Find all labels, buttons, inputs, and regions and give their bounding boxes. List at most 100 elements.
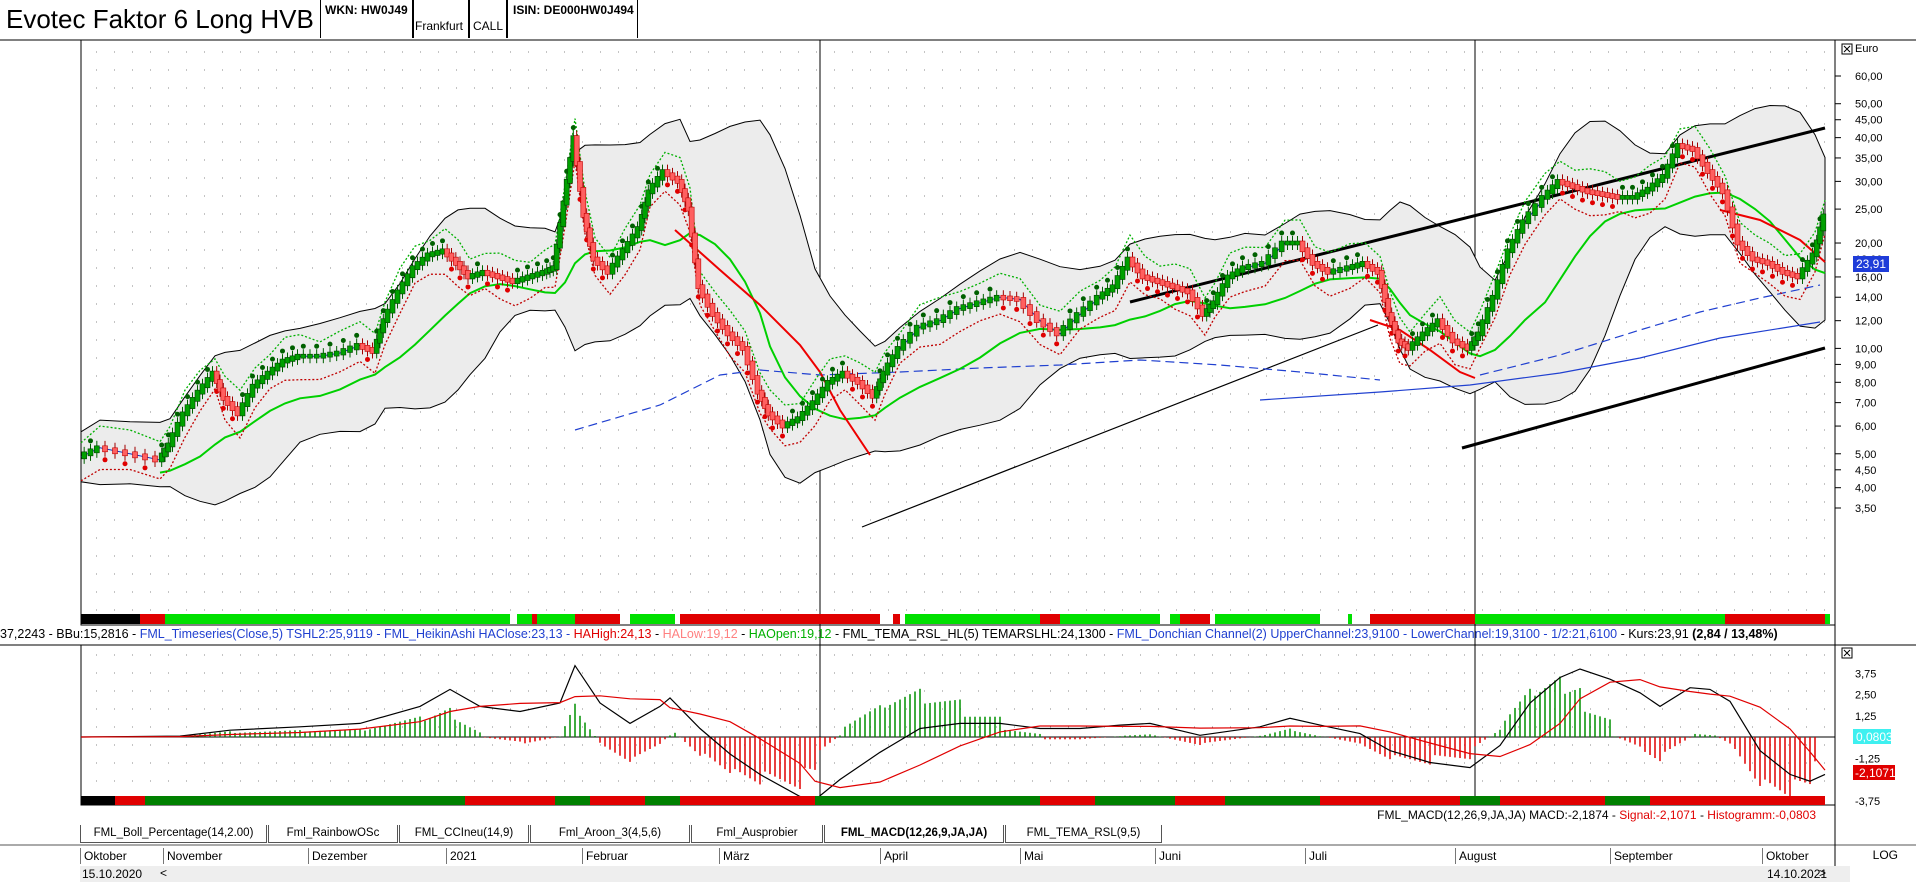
signal-dot — [122, 461, 128, 467]
date-range-bar[interactable]: 15.10.2020 < > — [80, 866, 1850, 882]
signal-dot — [1740, 255, 1745, 261]
candle-body — [1514, 229, 1521, 244]
signal-dot — [159, 442, 165, 448]
candle-body — [1184, 287, 1191, 295]
candle-body — [894, 346, 901, 359]
tab-boll-percentage[interactable]: FML_Boll_Percentage(14,2.00) — [80, 825, 267, 843]
candle-body — [1820, 213, 1827, 232]
price-tick-label: 7,00 — [1855, 398, 1876, 410]
tab-macd[interactable]: FML_MACD(12,26,9,JA,JA) — [824, 825, 1004, 843]
macd-tick-label: 1,25 — [1855, 711, 1876, 723]
macd-tick-label: 3,75 — [1855, 668, 1876, 680]
candle-body — [1684, 144, 1691, 151]
candle-body — [1087, 300, 1093, 312]
macd-segment — [1175, 796, 1225, 805]
month-label: 2021 — [446, 848, 477, 864]
tab-aroon[interactable]: Fml_Aroon_3(4,5,6) — [530, 825, 690, 843]
signal-dot — [850, 386, 855, 392]
macd-legend: FML_MACD(12,26,9,JA,JA) MACD:-2,1874 - S… — [1377, 808, 1816, 822]
candle-body — [1429, 322, 1436, 332]
candle-body — [169, 432, 176, 448]
candle-body — [1337, 266, 1343, 274]
candle-body — [1589, 189, 1596, 196]
signal-dot — [1040, 332, 1046, 338]
macd-value-text: 0,0803 — [1856, 730, 1893, 744]
candle-body — [1569, 182, 1576, 189]
signal-dot — [270, 356, 275, 362]
status-tema: - FML_TEMA_RSL_HL(5) TEMARSLHL:24,1300 - — [831, 627, 1117, 641]
candle-body — [1179, 286, 1186, 293]
signal-dot — [987, 286, 993, 292]
candle-body — [907, 331, 913, 344]
signal-dot — [465, 284, 471, 290]
candle-body — [1804, 259, 1811, 272]
candle-body — [409, 265, 416, 279]
macd-tick-label: -3,75 — [1855, 796, 1880, 808]
signal-segment — [1475, 614, 1725, 624]
candle-body — [313, 353, 320, 359]
macd-segment — [555, 796, 590, 805]
candle-body — [504, 276, 511, 283]
candle-body — [1739, 240, 1746, 251]
candle-body — [122, 449, 128, 457]
scroll-left-icon[interactable]: < — [160, 866, 167, 880]
candle-body — [489, 271, 496, 278]
signal-segment — [1170, 614, 1180, 624]
status-halow: HALow:19,12 — [662, 627, 738, 641]
signal-color-bar — [81, 614, 1830, 624]
signal-dot — [195, 379, 200, 385]
month-label: Mai — [1020, 848, 1043, 864]
candle-body — [424, 252, 431, 262]
tab-ausprobier[interactable]: Fml_Ausprobier — [691, 825, 823, 843]
candle-body — [359, 343, 366, 350]
tab-tema-rsl[interactable]: FML_TEMA_RSL(9,5) — [1005, 825, 1162, 843]
candle-body — [234, 406, 241, 417]
last-price-text: 23,91 — [1856, 257, 1886, 271]
signal-segment — [905, 614, 1040, 624]
status-sep-2: - — [737, 627, 749, 641]
candle-body — [659, 169, 666, 181]
signal-dot — [1265, 244, 1271, 250]
candle-body — [204, 377, 211, 389]
candle-body — [913, 324, 920, 337]
signal-dot — [1800, 257, 1805, 263]
signal-dot — [1115, 265, 1120, 271]
signal-dot — [1430, 312, 1435, 318]
status-change: (2,84 / 13,48%) — [1692, 627, 1778, 641]
candle-body — [469, 273, 476, 280]
candle-body — [927, 320, 933, 328]
signal-dot — [1680, 154, 1685, 160]
macd-legend-histogram: Histogramm:-0,0803 — [1707, 808, 1816, 822]
macd-line — [80, 664, 1826, 801]
candle-body — [294, 353, 301, 361]
signal-dot — [1014, 306, 1020, 312]
price-tick-label: 4,50 — [1855, 465, 1876, 477]
price-tick-label: 25,00 — [1855, 204, 1883, 216]
candle-body — [709, 302, 716, 317]
candle-body — [864, 384, 871, 394]
candle-body — [1714, 176, 1721, 188]
candle-body — [1174, 284, 1181, 291]
candle-body — [1729, 206, 1736, 229]
signal-segment — [1370, 614, 1375, 624]
candle-body — [987, 296, 993, 304]
macd-legend-sep: - — [1696, 808, 1708, 822]
signal-dot — [440, 238, 445, 244]
tab-cci[interactable]: FML_CCIneu(14,9) — [399, 825, 529, 843]
candle-body — [1224, 274, 1231, 288]
candle-body — [933, 318, 940, 326]
signal-segment — [880, 614, 893, 624]
candle-body — [1799, 267, 1806, 280]
candle-body — [239, 402, 246, 417]
signal-dot — [735, 351, 740, 357]
signal-dot — [790, 408, 795, 414]
signal-segment — [140, 614, 165, 624]
candle-body — [284, 357, 291, 364]
candle-body — [1272, 247, 1278, 259]
tab-rainbow-osc[interactable]: Fml_RainbowOSc — [268, 825, 398, 843]
macd-signal-line — [80, 678, 1826, 789]
signal-dot — [1485, 296, 1490, 302]
log-scale-toggle[interactable]: LOG — [1873, 848, 1898, 862]
candle-body — [1129, 256, 1136, 268]
signal-dot — [475, 261, 480, 267]
